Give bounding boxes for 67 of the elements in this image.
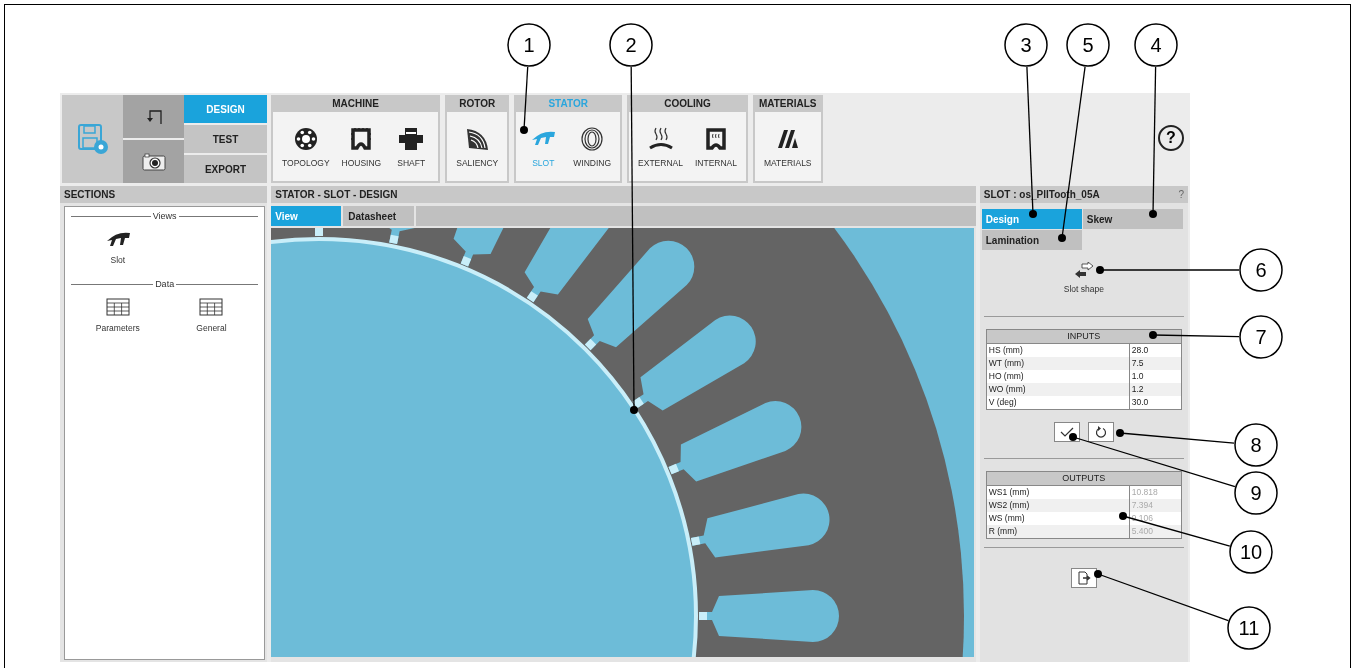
shaft-icon: [398, 125, 425, 152]
table-cell-text: 5.400: [1130, 525, 1155, 538]
callout-number: 11: [1227, 606, 1271, 650]
callout-number: 7: [1239, 315, 1283, 359]
section-item[interactable]: Parameters: [95, 297, 140, 333]
table-cell-text: 10.818: [1130, 486, 1159, 499]
mode-tab[interactable]: EXPORT: [184, 155, 267, 183]
ribbon-button[interactable]: TOPOLOGY: [277, 112, 335, 181]
reset-button[interactable]: [1087, 422, 1114, 442]
panel-title: STATOR - SLOT - DESIGN: [271, 186, 976, 203]
coil-icon: [579, 125, 606, 152]
table-cell: WO (mm): [986, 383, 1130, 396]
group-label: Views: [152, 211, 177, 221]
panel-tab[interactable]: Skew: [1082, 209, 1183, 229]
callout-number: 10: [1229, 530, 1273, 574]
ribbon-button[interactable]: SHAFT: [388, 112, 435, 181]
table-cell: V (deg): [986, 396, 1130, 409]
table-icon: [198, 297, 225, 317]
table-header: OUTPUTS: [986, 472, 1181, 486]
group-title: COOLING: [663, 97, 712, 111]
callout-number: 8: [1234, 423, 1278, 467]
group-title: ROTOR: [458, 97, 497, 111]
panel-title: SECTIONS: [60, 186, 268, 203]
table-cell: WT (mm): [986, 357, 1130, 370]
value-field[interactable]: 7.5: [1129, 357, 1181, 370]
ribbon-button[interactable]: EXTERNAL: [633, 112, 688, 181]
reset-icon: [1094, 426, 1107, 438]
ribbon-button[interactable]: HOUSING: [336, 112, 387, 181]
leader-line: [520, 66, 529, 134]
export-button[interactable]: [1070, 568, 1097, 588]
ribbon-button[interactable]: INTERNAL: [689, 112, 742, 181]
callout-number: 9: [1234, 471, 1278, 515]
value-field[interactable]: 1.2: [1129, 383, 1181, 396]
callout-number: 4: [1134, 23, 1178, 67]
value-field[interactable]: 28.0: [1129, 344, 1181, 357]
camera-button[interactable]: [123, 140, 184, 183]
swap-arrows-icon: [1073, 262, 1094, 278]
callout-number: 3: [1004, 23, 1048, 67]
section-item[interactable]: Slot: [104, 229, 131, 265]
table-header: INPUTS: [986, 330, 1181, 344]
value-field[interactable]: 30.0: [1129, 396, 1181, 409]
wheel-icon: [292, 125, 319, 152]
callout-number: 1: [507, 23, 551, 67]
slot-shape-button[interactable]: Slot shape: [1063, 262, 1104, 294]
ribbon-button[interactable]: WINDING: [568, 112, 617, 181]
mode-tab[interactable]: TEST: [184, 125, 267, 153]
table-cell-text: 9.106: [1130, 512, 1155, 525]
floppy-disk-icon: [75, 122, 110, 156]
table-cell: R (mm): [986, 525, 1130, 538]
camera-icon: [141, 152, 166, 171]
table-cell-text: 7.394: [1130, 499, 1155, 512]
section-item[interactable]: General: [196, 297, 227, 333]
panel-tab[interactable]: Lamination: [981, 230, 1082, 250]
group-title: STATOR: [547, 97, 589, 111]
help-button[interactable]: ?: [1178, 189, 1184, 200]
table-icon: [104, 297, 131, 317]
help-button[interactable]: ?: [1158, 125, 1184, 151]
callout-number: 6: [1239, 248, 1283, 292]
group-label: Data: [155, 279, 175, 289]
export-document-icon: [1076, 571, 1091, 585]
group-title: MACHINE: [331, 97, 380, 111]
value-field[interactable]: 1.0: [1129, 370, 1181, 383]
undo-button[interactable]: [123, 95, 184, 138]
group-title: MATERIALS: [757, 97, 818, 111]
callout-number: 2: [609, 23, 653, 67]
callout-number: 5: [1066, 23, 1110, 67]
heat-waves-icon: [647, 125, 674, 152]
